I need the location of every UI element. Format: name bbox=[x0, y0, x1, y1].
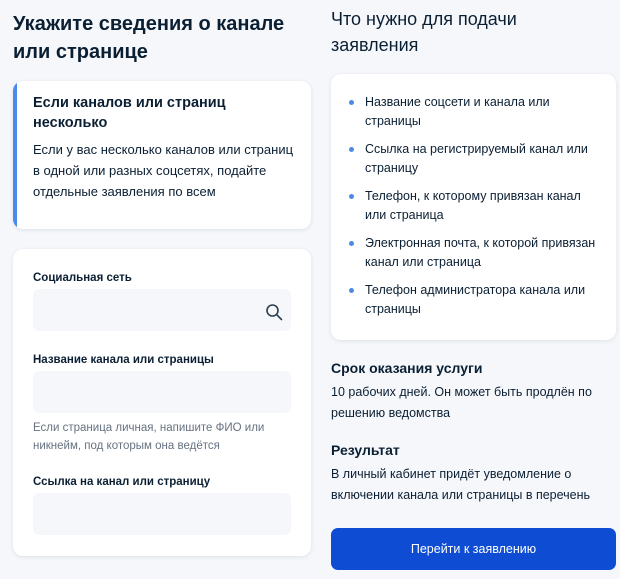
channel-name-input[interactable] bbox=[33, 371, 291, 413]
multiple-channels-info-card: Если каналов или страниц несколько Если … bbox=[13, 81, 311, 229]
requirements-card: Название соцсети и канала или страницы С… bbox=[331, 74, 616, 340]
list-item: Телефон администратора канала или страни… bbox=[349, 281, 599, 319]
info-card-text: Если у вас несколько каналов или страниц… bbox=[33, 142, 294, 199]
list-item: Название соцсети и канала или страницы bbox=[349, 93, 599, 131]
info-card-accent-bar bbox=[13, 81, 17, 229]
bullet-icon bbox=[349, 194, 354, 199]
info-card-title: Если каналов или страниц несколько bbox=[33, 95, 226, 131]
bullet-icon bbox=[349, 288, 354, 293]
search-icon[interactable] bbox=[265, 303, 283, 321]
list-item: Электронная почта, к которой привязан ка… bbox=[349, 234, 599, 272]
requirements-list: Название соцсети и канала или страницы С… bbox=[349, 93, 599, 328]
result-title: Результат bbox=[331, 442, 400, 458]
page-title: Укажите сведения о канале или странице bbox=[13, 13, 285, 63]
bullet-icon bbox=[349, 100, 354, 105]
channel-link-input[interactable] bbox=[33, 493, 291, 535]
list-item: Телефон, к которому привязан канал или с… bbox=[349, 187, 599, 225]
list-item: Ссылка на регистрируемый канал или стран… bbox=[349, 140, 599, 178]
channel-link-label: Ссылка на канал или страницу bbox=[33, 476, 211, 488]
social-network-input[interactable] bbox=[33, 289, 291, 331]
bullet-icon bbox=[349, 147, 354, 152]
service-term-text: 10 рабочих дней. Он может быть продлён п… bbox=[331, 385, 592, 420]
channel-name-label: Название канала или страницы bbox=[33, 354, 214, 366]
go-to-application-button[interactable]: Перейти к заявлению bbox=[331, 528, 616, 570]
result-text: В личный кабинет придёт уведомление о вк… bbox=[331, 467, 591, 502]
social-network-label: Социальная сеть bbox=[33, 272, 132, 284]
bullet-icon bbox=[349, 241, 354, 246]
service-term-title: Срок оказания услуги bbox=[331, 360, 483, 376]
requirements-title: Что нужно для подачи заявления bbox=[331, 9, 517, 55]
channel-name-hint: Если страница личная, напишите ФИО или н… bbox=[33, 422, 265, 452]
